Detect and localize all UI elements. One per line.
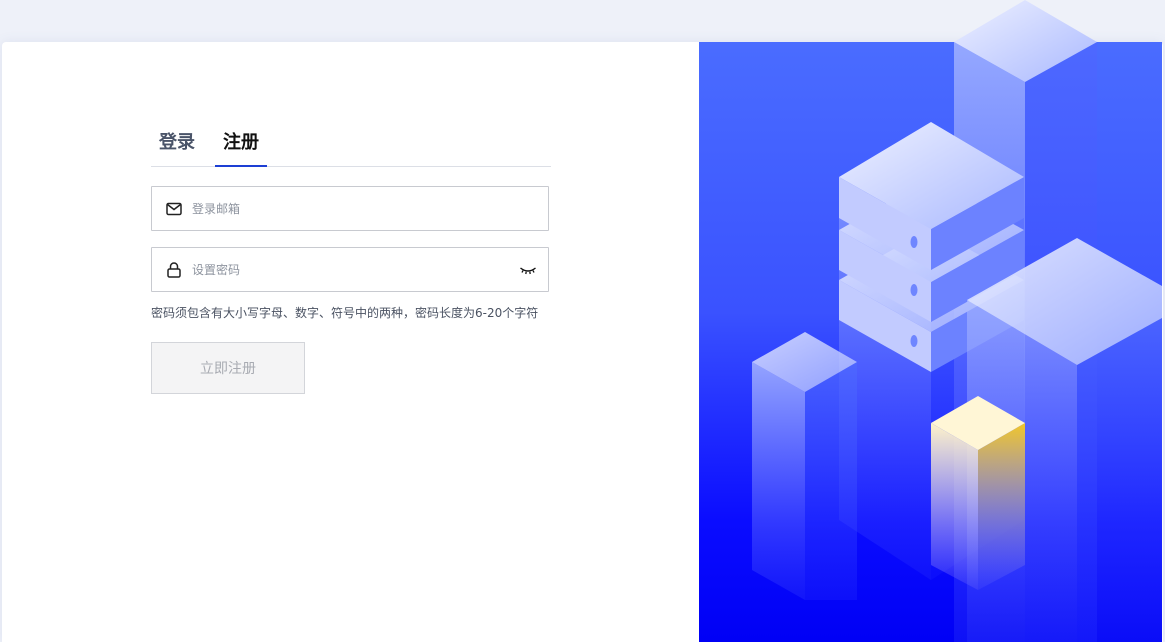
auth-tabs: 登录 注册: [151, 128, 551, 167]
tab-login[interactable]: 登录: [157, 128, 197, 166]
password-input[interactable]: [192, 248, 512, 291]
email-field[interactable]: [151, 186, 549, 231]
lock-icon: [165, 261, 183, 279]
form-panel: 登录 注册 登录邮箱 密码须包含有大小写字母、数字、符号中的两种，密码长度为6-…: [2, 42, 699, 642]
mail-icon: [165, 200, 183, 218]
email-input[interactable]: [192, 187, 512, 230]
eye-closed-icon[interactable]: [519, 262, 537, 278]
password-field[interactable]: [151, 247, 549, 292]
password-hint: 密码须包含有大小写字母、数字、符号中的两种，密码长度为6-20个字符: [151, 306, 539, 320]
register-submit-button[interactable]: 立即注册: [151, 342, 305, 394]
tab-register[interactable]: 注册: [215, 128, 267, 167]
register-card: 登录 注册 登录邮箱 密码须包含有大小写字母、数字、符号中的两种，密码长度为6-…: [2, 42, 1163, 642]
